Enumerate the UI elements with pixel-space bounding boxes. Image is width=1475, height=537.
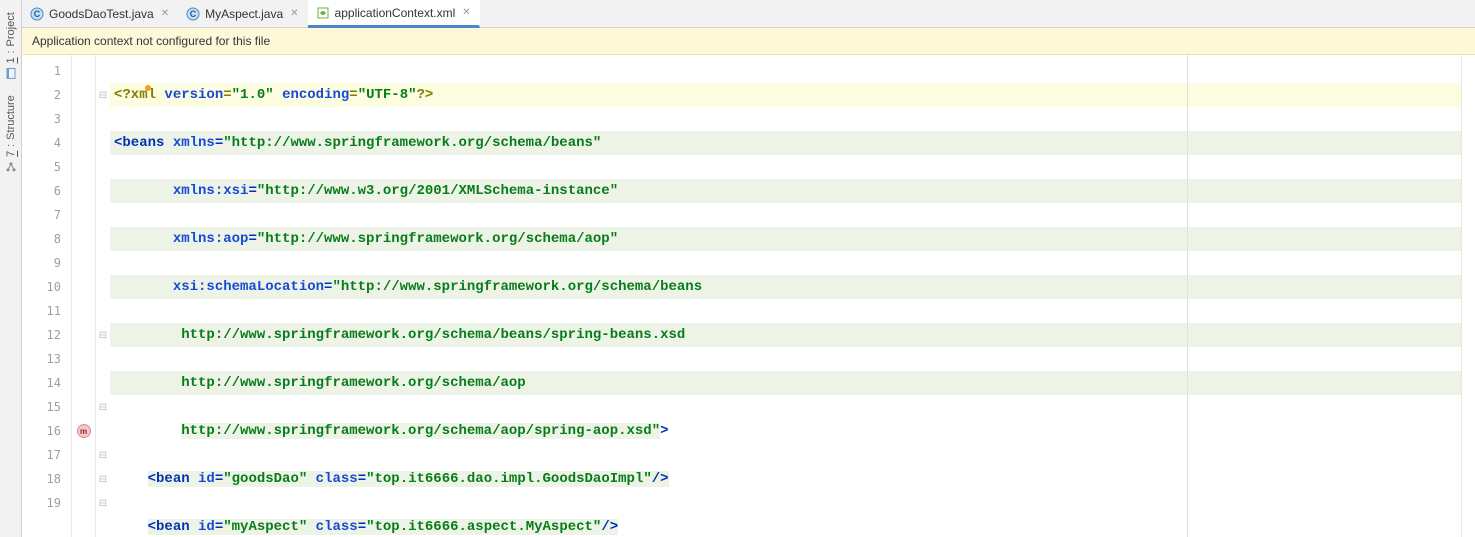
fold-close-icon: ⊟ (99, 450, 107, 461)
tab-label: MyAspect.java (205, 7, 283, 21)
main-area: C GoodsDaoTest.java ✕ C MyAspect.java ✕ … (22, 0, 1475, 537)
code-content[interactable]: <?xml version="1.0" encoding="UTF-8"?> <… (110, 55, 1461, 537)
svg-text:C: C (34, 9, 41, 19)
line-number: 18 (22, 467, 71, 491)
line-number: 3 (22, 107, 71, 131)
line-number: 12 (22, 323, 71, 347)
marker-gutter: m (72, 55, 96, 537)
code-line: <bean id="goodsDao" class="top.it6666.da… (110, 467, 1461, 491)
fold-toggle[interactable]: ⊟ (96, 323, 110, 347)
line-number: 17 (22, 443, 71, 467)
close-icon[interactable]: ✕ (290, 8, 298, 19)
line-number: 11 (22, 299, 71, 323)
project-tool-button[interactable]: 1: Project (3, 4, 19, 87)
code-line: xmlns:aop="http://www.springframework.or… (110, 227, 1461, 251)
project-icon (5, 67, 17, 79)
fold-close-icon: ⊟ (99, 474, 107, 485)
code-line: xmlns:xsi="http://www.w3.org/2001/XMLSch… (110, 179, 1461, 203)
fold-toggle[interactable]: ⊟ (96, 83, 110, 107)
fold-close-icon: ⊟ (99, 498, 107, 509)
fold-open-icon: ⊟ (99, 402, 107, 413)
tool-window-bar: 1: Project 7: Structure (0, 0, 22, 537)
structure-icon (5, 161, 17, 173)
fold-toggle[interactable]: ⊟ (96, 395, 110, 419)
project-tool-label: Project (5, 12, 17, 46)
spring-icon (316, 6, 330, 20)
structure-tool-button[interactable]: 7: Structure (3, 87, 19, 181)
line-number: 7 (22, 203, 71, 227)
class-icon: C (186, 7, 200, 21)
line-number: 15 (22, 395, 71, 419)
line-number: 8 (22, 227, 71, 251)
class-icon: C (30, 7, 44, 21)
line-number: 2 (22, 83, 71, 107)
code-line: <beans xmlns="http://www.springframework… (110, 131, 1461, 155)
line-number: 6 (22, 179, 71, 203)
svg-text:C: C (190, 9, 197, 19)
line-number: 9 (22, 251, 71, 275)
fold-open-icon: ⊟ (99, 330, 107, 341)
tab-goodsdaotest[interactable]: C GoodsDaoTest.java ✕ (22, 0, 178, 27)
structure-tool-label: Structure (5, 95, 17, 140)
aop-marker-icon: m (77, 424, 91, 438)
line-number: 5 (22, 155, 71, 179)
line-number-gutter: 1 2 3 4 5 6 7 8 9 10 11 12 13 14 15 16 1… (22, 55, 72, 537)
fold-toggle[interactable]: ⊟ (96, 467, 110, 491)
editor-tabs: C GoodsDaoTest.java ✕ C MyAspect.java ✕ … (22, 0, 1475, 28)
line-number: 19 (22, 491, 71, 515)
tab-applicationcontext[interactable]: applicationContext.xml ✕ (308, 0, 480, 28)
tab-label: applicationContext.xml (335, 6, 456, 20)
close-icon[interactable]: ✕ (462, 7, 470, 18)
fold-open-icon: ⊟ (99, 90, 107, 101)
line-number: 4 (22, 131, 71, 155)
notice-text: Application context not configured for t… (32, 34, 270, 48)
context-notice-bar[interactable]: Application context not configured for t… (22, 28, 1475, 55)
fold-toggle[interactable]: ⊟ (96, 443, 110, 467)
structure-tool-number: 7 (5, 151, 17, 157)
close-icon[interactable]: ✕ (161, 8, 169, 19)
line-number: 1 (22, 59, 71, 83)
code-line: http://www.springframework.org/schema/ao… (110, 371, 1461, 395)
code-line: http://www.springframework.org/schema/be… (110, 323, 1461, 347)
right-margin-line (1187, 55, 1188, 537)
error-stripe[interactable] (1461, 55, 1475, 537)
project-tool-number: 1 (5, 57, 17, 63)
tab-label: GoodsDaoTest.java (49, 7, 154, 21)
line-number: 10 (22, 275, 71, 299)
line-number: 16 (22, 419, 71, 443)
editor[interactable]: 1 2 3 4 5 6 7 8 9 10 11 12 13 14 15 16 1… (22, 55, 1475, 537)
code-line: <?xml version="1.0" encoding="UTF-8"?> (110, 83, 1461, 107)
tab-myaspect[interactable]: C MyAspect.java ✕ (178, 0, 307, 27)
fold-gutter: ⊟ ⊟ ⊟ ⊟ ⊟ ⊟ (96, 55, 110, 537)
aop-gutter-mark[interactable]: m (72, 419, 95, 443)
fold-toggle[interactable]: ⊟ (96, 491, 110, 515)
code-line: http://www.springframework.org/schema/ao… (110, 419, 1461, 443)
line-number: 13 (22, 347, 71, 371)
line-number: 14 (22, 371, 71, 395)
warning-marker-icon (145, 85, 151, 91)
code-line: xsi:schemaLocation="http://www.springfra… (110, 275, 1461, 299)
code-line: <bean id="myAspect" class="top.it6666.as… (110, 515, 1461, 537)
